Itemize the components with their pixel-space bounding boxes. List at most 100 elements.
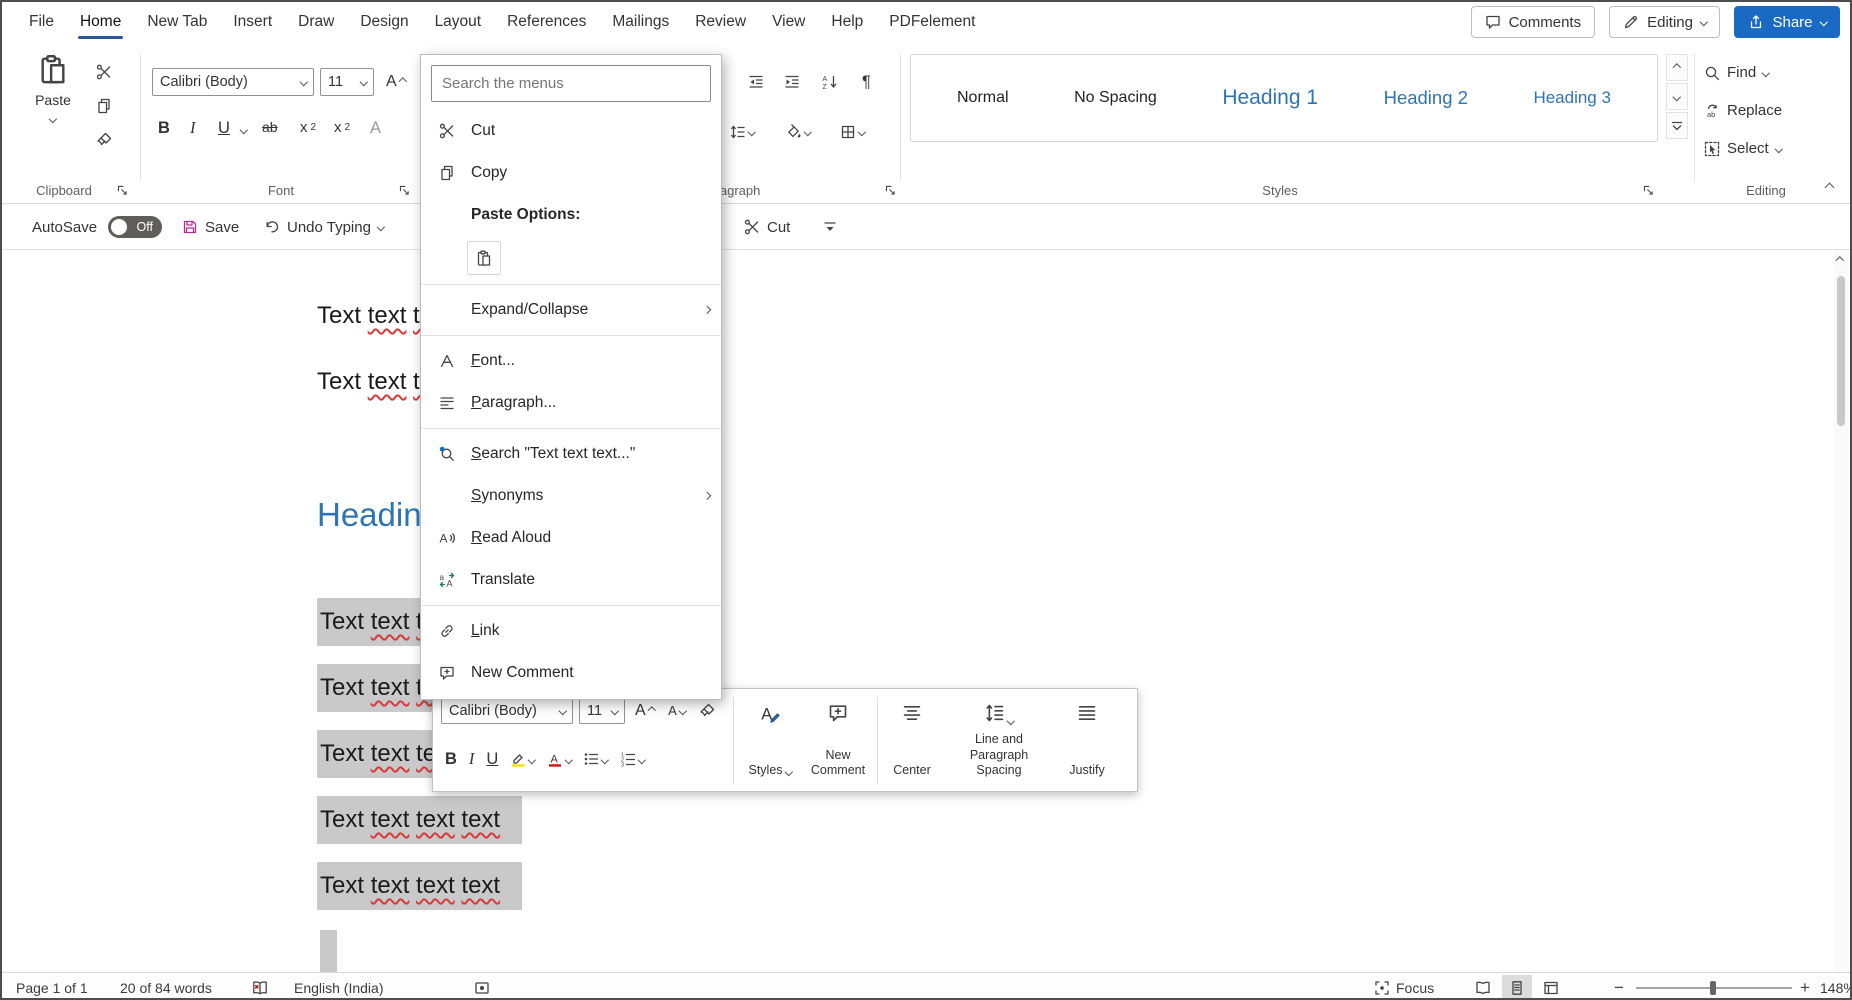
menu-tab-home[interactable]: Home — [67, 2, 134, 42]
mini-line-spacing-button[interactable]: Line and Paragraph Spacing — [945, 695, 1053, 787]
zoom-out-button[interactable]: − — [1614, 973, 1624, 1000]
proofing-errors-icon[interactable] — [252, 973, 268, 1000]
page-indicator[interactable]: Page 1 of 1 — [16, 973, 88, 1000]
context-menu-item-font[interactable]: Font... — [421, 340, 721, 382]
context-menu-item-search-selection[interactable]: Search "Text text text..." — [421, 433, 721, 475]
style-item-heading-1[interactable]: Heading 1 — [1222, 86, 1318, 110]
mini-justify-button[interactable]: Justify — [1059, 695, 1115, 787]
mini-numbering-button[interactable]: 123 — [616, 747, 649, 771]
paragraph-dialog-launcher[interactable] — [884, 184, 897, 197]
mini-font-size-select[interactable]: 11 — [579, 697, 625, 724]
superscript-button[interactable]: x2 — [330, 116, 354, 139]
bold-button[interactable]: B — [154, 116, 174, 141]
decrease-indent-button[interactable] — [744, 70, 768, 94]
menu-tab-file[interactable]: File — [16, 2, 67, 42]
mini-highlight-button[interactable] — [506, 747, 539, 771]
sort-button[interactable]: AZ — [818, 70, 842, 94]
font-name-select[interactable]: Calibri (Body) — [152, 68, 314, 96]
web-layout-button[interactable] — [1536, 975, 1566, 1000]
autosave-toggle-switch[interactable]: Off — [108, 216, 162, 238]
mini-shrink-font-button[interactable]: A — [664, 700, 689, 721]
mini-bullets-button[interactable] — [579, 747, 612, 771]
quickbar-overflow-button[interactable] — [822, 204, 838, 250]
context-menu-item-paste-keep-source-formatting[interactable] — [421, 236, 721, 280]
style-item-heading-2[interactable]: Heading 2 — [1384, 87, 1468, 109]
context-menu-item-copy[interactable]: Copy — [421, 152, 721, 194]
zoom-level[interactable]: 148% — [1820, 973, 1852, 1000]
line-spacing-button[interactable] — [726, 120, 759, 144]
focus-button[interactable]: Focus — [1374, 973, 1434, 1000]
vertical-scrollbar[interactable] — [1834, 250, 1848, 972]
context-menu-item-read-aloud[interactable]: ARead Aloud — [421, 517, 721, 559]
print-layout-button[interactable] — [1502, 975, 1532, 1000]
mini-new-comment-button[interactable]: New Comment — [805, 695, 871, 787]
strikethrough-button[interactable]: ab — [258, 116, 282, 138]
increase-indent-button[interactable] — [780, 70, 804, 94]
scrollbar-thumb[interactable] — [1837, 276, 1845, 426]
font-size-select[interactable]: 11 — [320, 68, 374, 96]
macro-record-icon[interactable] — [474, 973, 490, 1000]
comments-button[interactable]: Comments — [1471, 6, 1596, 38]
menu-tab-layout[interactable]: Layout — [422, 2, 495, 42]
mini-font-color-button[interactable]: A — [543, 747, 576, 771]
cut-button[interactable] — [92, 60, 116, 84]
styles-more-button[interactable] — [1666, 112, 1688, 139]
paragraph[interactable]: Text text text text — [317, 862, 1417, 910]
menu-search-input[interactable] — [431, 65, 711, 102]
shading-button[interactable] — [782, 120, 815, 144]
underline-button[interactable]: U — [214, 116, 234, 141]
context-menu-item-new-comment[interactable]: New Comment — [421, 652, 721, 694]
mini-underline-button[interactable]: U — [482, 747, 502, 772]
context-menu-item-translate[interactable]: aATranslate — [421, 559, 721, 601]
context-menu-item-synonyms[interactable]: Synonyms — [421, 475, 721, 517]
menu-tab-design[interactable]: Design — [347, 2, 421, 42]
menu-tab-view[interactable]: View — [759, 2, 818, 42]
mini-font-name-select[interactable]: Calibri (Body) — [441, 697, 573, 724]
menu-tab-mailings[interactable]: Mailings — [599, 2, 682, 42]
scroll-up-icon[interactable] — [1836, 257, 1844, 265]
menu-tab-draw[interactable]: Draw — [285, 2, 347, 42]
underline-dropdown-icon[interactable] — [240, 126, 248, 134]
style-item-normal[interactable]: Normal — [957, 89, 1009, 107]
autosave-toggle[interactable]: Off — [108, 204, 162, 250]
style-item-no-spacing[interactable]: No Spacing — [1074, 89, 1157, 107]
mini-center-button[interactable]: Center — [885, 695, 939, 787]
context-menu-item-paragraph[interactable]: Paragraph... — [421, 382, 721, 424]
share-button[interactable]: Share — [1734, 6, 1840, 38]
grow-font-button[interactable]: A — [382, 68, 409, 96]
select-button[interactable]: Select — [1704, 140, 1781, 157]
context-menu-item-paste-options[interactable]: Paste Options: — [421, 194, 721, 236]
clipboard-dialog-launcher[interactable] — [116, 184, 129, 197]
font-dialog-launcher[interactable] — [398, 184, 411, 197]
paragraph[interactable]: Text text text text — [317, 796, 1417, 844]
styles-scroll-down-button[interactable] — [1666, 83, 1688, 110]
mini-grow-font-button[interactable]: A — [631, 699, 658, 723]
zoom-slider[interactable] — [1636, 987, 1792, 989]
clear-formatting-button[interactable]: A — [366, 116, 385, 141]
zoom-slider-thumb[interactable] — [1710, 981, 1716, 995]
save-button[interactable]: Save — [182, 204, 239, 250]
context-menu-item-expand-collapse[interactable]: Expand/Collapse — [421, 289, 721, 331]
paste-button[interactable]: Paste — [24, 54, 82, 126]
menu-tab-insert[interactable]: Insert — [220, 2, 285, 42]
mini-format-painter-button[interactable] — [695, 699, 719, 723]
show-formatting-marks-button[interactable]: ¶ — [858, 70, 875, 95]
copy-button[interactable] — [92, 94, 116, 118]
menu-tab-references[interactable]: References — [494, 2, 599, 42]
styles-dialog-launcher[interactable] — [1642, 184, 1655, 197]
read-mode-button[interactable] — [1468, 975, 1498, 1000]
menu-tab-help[interactable]: Help — [818, 2, 876, 42]
zoom-in-button[interactable]: + — [1800, 973, 1810, 1000]
menu-tab-review[interactable]: Review — [682, 2, 759, 42]
find-button[interactable]: Find — [1704, 64, 1769, 81]
undo-button[interactable]: Undo Typing — [264, 204, 383, 250]
word-count[interactable]: 20 of 84 words — [120, 973, 212, 1000]
menu-tab-new-tab[interactable]: New Tab — [134, 2, 220, 42]
context-menu-item-cut[interactable]: Cut — [421, 110, 721, 152]
paste-dropdown-icon[interactable] — [49, 114, 57, 122]
mini-italic-button[interactable]: I — [465, 747, 479, 772]
style-item-heading-3[interactable]: Heading 3 — [1533, 88, 1611, 108]
mini-bold-button[interactable]: B — [441, 747, 461, 772]
replace-button[interactable]: ab Replace — [1704, 102, 1782, 119]
styles-scroll-up-button[interactable] — [1666, 54, 1688, 81]
